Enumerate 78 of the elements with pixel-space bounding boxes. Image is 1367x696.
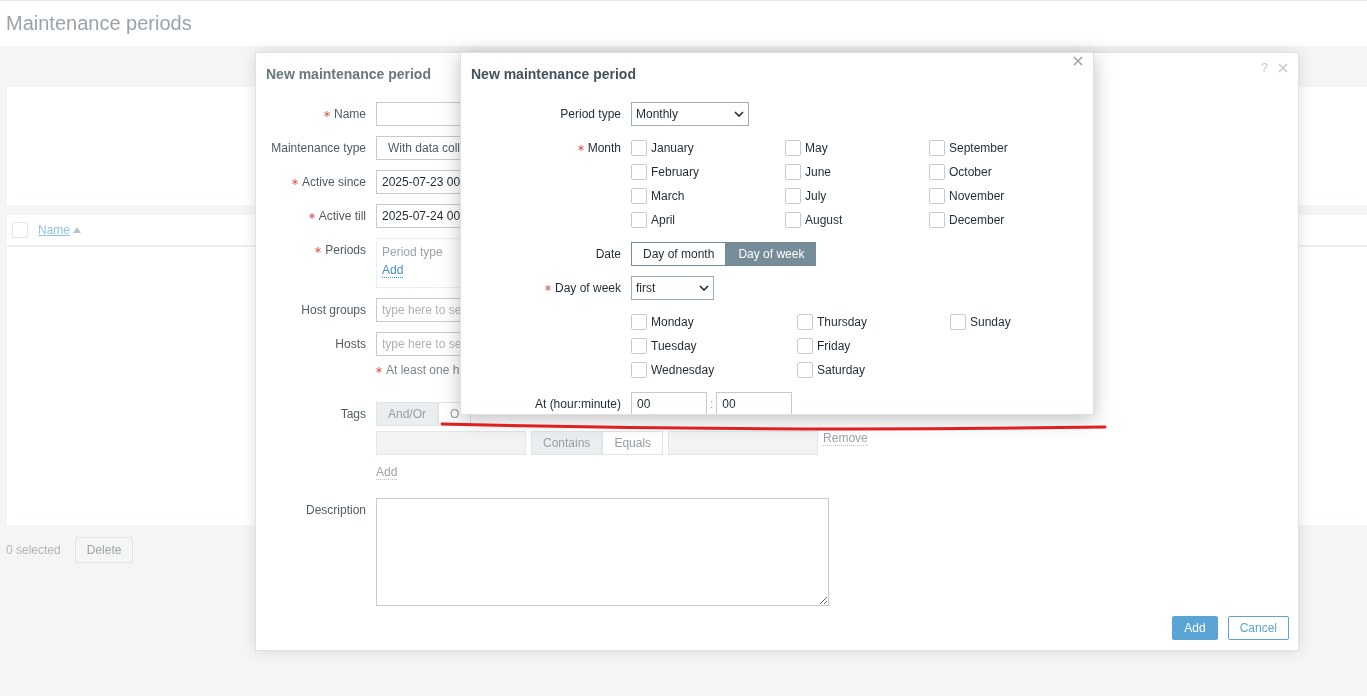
- checkbox[interactable]: [929, 212, 945, 228]
- field-label: Maintenance type: [271, 140, 366, 157]
- date-mode-tab[interactable]: Day of week: [726, 242, 817, 266]
- checkbox[interactable]: [950, 314, 966, 330]
- page-title: Maintenance periods: [6, 11, 193, 36]
- checkbox[interactable]: [631, 314, 647, 330]
- field-label: Hosts: [335, 336, 366, 353]
- checkbox[interactable]: [797, 314, 813, 330]
- checkbox[interactable]: [929, 140, 945, 156]
- checkbox[interactable]: [929, 164, 945, 180]
- field-label: Host groups: [301, 302, 366, 319]
- month-label: April: [651, 212, 675, 229]
- field-label: Day of week: [554, 280, 621, 297]
- checkbox[interactable]: [631, 140, 647, 156]
- field-label: Name: [334, 106, 366, 123]
- month-label: May: [805, 140, 828, 157]
- field-label: Active since: [301, 174, 366, 191]
- field-label: Tags: [340, 406, 366, 423]
- select-all-checkbox[interactable]: [12, 222, 28, 238]
- day-of-week-select[interactable]: first: [631, 276, 714, 300]
- checkbox[interactable]: [929, 188, 945, 204]
- field-label: Active till: [318, 208, 366, 225]
- checkbox[interactable]: [631, 362, 647, 378]
- help-button[interactable]: ?: [1260, 58, 1268, 78]
- checkbox[interactable]: [785, 212, 801, 228]
- column-header[interactable]: Name: [38, 221, 81, 239]
- add-link[interactable]: Add: [382, 263, 404, 278]
- hour-field[interactable]: 00: [631, 392, 707, 414]
- chevron-icon: [699, 285, 709, 291]
- month-label: February: [651, 164, 700, 181]
- month-label: March: [651, 188, 685, 205]
- column-header: Period type: [382, 244, 443, 261]
- month-label: November: [949, 188, 1005, 205]
- month-label: January: [651, 140, 694, 157]
- add-button[interactable]: Add: [1172, 616, 1218, 640]
- close-icon[interactable]: [1278, 62, 1288, 73]
- month-label: October: [949, 164, 992, 181]
- weekday-label: Friday: [817, 338, 851, 355]
- weekday-label: Sunday: [970, 314, 1011, 331]
- weekday-label: Wednesday: [651, 362, 715, 379]
- hint-text: At least one h: [386, 362, 460, 379]
- checkbox[interactable]: [785, 164, 801, 180]
- tag-value-field[interactable]: [668, 431, 819, 455]
- month-label: July: [805, 188, 827, 205]
- field-label: Periods: [325, 242, 366, 259]
- weekday-label: Thursday: [817, 314, 868, 331]
- minute-field[interactable]: 00: [716, 392, 793, 414]
- field-label: Description: [305, 502, 366, 519]
- cancel-button[interactable]: Cancel: [1227, 616, 1289, 640]
- checkbox[interactable]: [797, 362, 813, 378]
- weekday-label: Tuesday: [651, 338, 697, 355]
- selected-count: 0 selected: [6, 542, 61, 559]
- dialog-title: New maintenance period: [471, 65, 636, 83]
- field-label: Month: [587, 140, 621, 157]
- month-label: August: [805, 212, 843, 229]
- month-label: June: [805, 164, 832, 181]
- checkbox[interactable]: [631, 164, 647, 180]
- checkbox[interactable]: [785, 188, 801, 204]
- field-label: Date: [595, 246, 621, 263]
- checkbox[interactable]: [797, 338, 813, 354]
- weekday-label: Saturday: [817, 362, 866, 379]
- checkbox[interactable]: [631, 212, 647, 228]
- checkbox[interactable]: [785, 140, 801, 156]
- period-type-select[interactable]: Monthly: [631, 102, 749, 126]
- date-mode-tab[interactable]: Day of month: [631, 242, 727, 266]
- checkbox[interactable]: [631, 338, 647, 354]
- checkbox[interactable]: [631, 188, 647, 204]
- month-label: December: [949, 212, 1005, 229]
- description-field[interactable]: [376, 498, 829, 606]
- field-label: Period type: [560, 106, 621, 123]
- chevron-icon: [734, 111, 744, 117]
- tag-name-field[interactable]: [376, 431, 526, 455]
- close-icon[interactable]: [1073, 56, 1083, 66]
- time-separator: :: [710, 396, 714, 413]
- weekday-label: Monday: [651, 314, 694, 331]
- field-label: At (hour:minute): [534, 396, 621, 413]
- month-label: September: [949, 140, 1008, 157]
- dialog-title: New maintenance period: [266, 65, 431, 83]
